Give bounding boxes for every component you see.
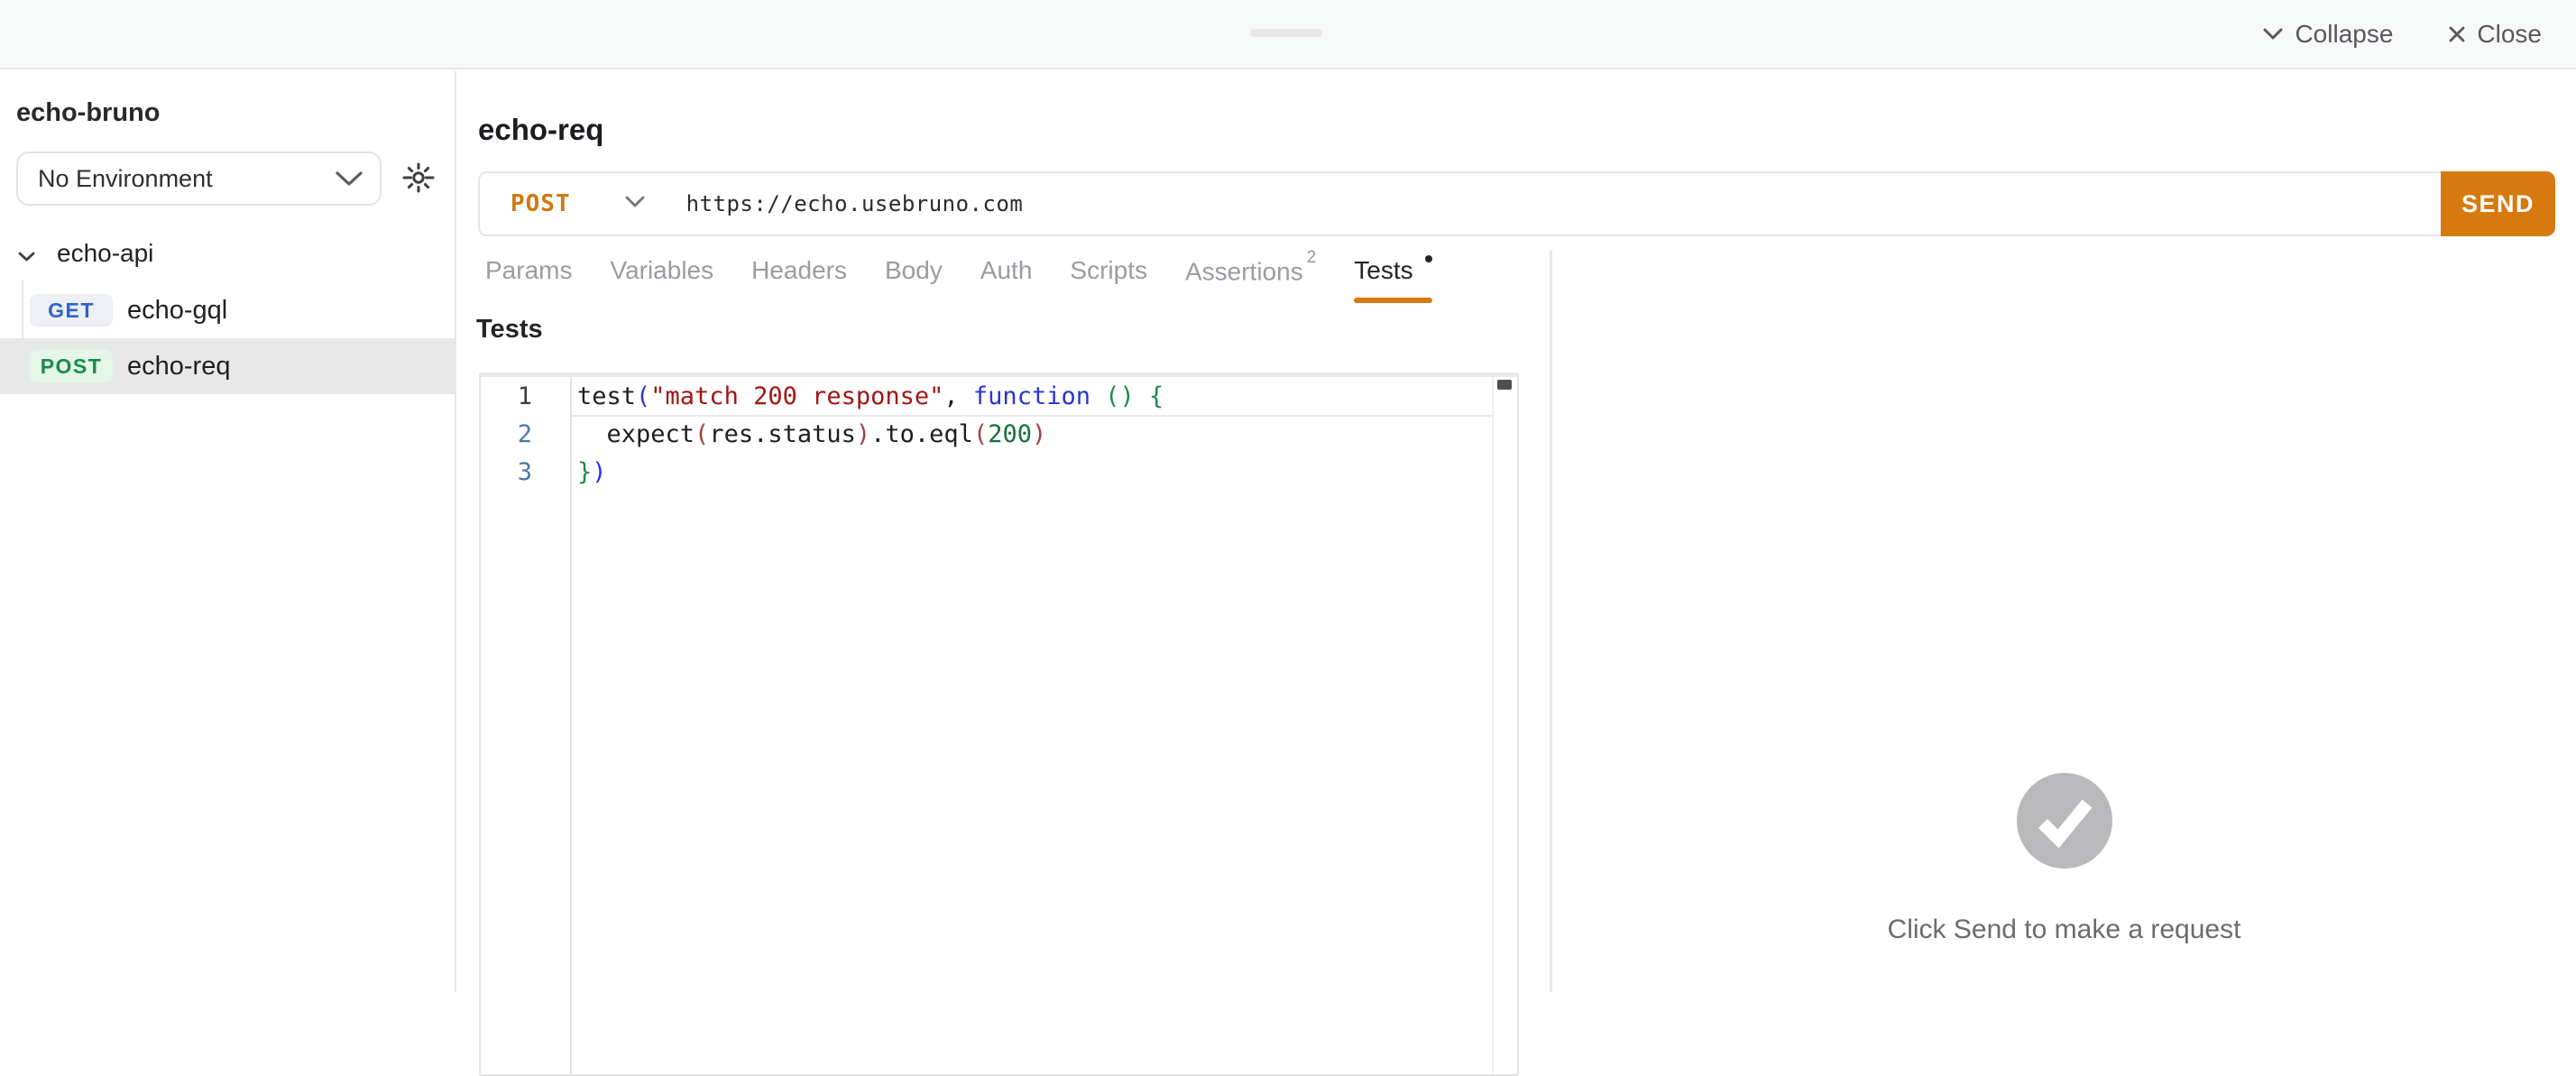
environment-value: No Environment — [38, 165, 213, 193]
request-item-echo-gql[interactable]: GET echo-gql — [0, 282, 455, 338]
request-list: GET echo-gql POST echo-req — [0, 282, 455, 394]
check-circle-icon — [2017, 773, 2112, 869]
code-line: expect(res.status).to.eql(200) — [572, 416, 1492, 454]
tab-label: Tests — [1354, 256, 1412, 284]
request-item-echo-req[interactable]: POST echo-req — [0, 338, 455, 394]
request-tabs: Params Variables Headers Body Auth Scripts Ass… — [485, 245, 1432, 303]
tab-auth[interactable]: Auth — [980, 245, 1033, 303]
tests-heading: Tests — [476, 315, 543, 345]
close-label: Close — [2477, 20, 2542, 49]
sidebar: echo-bruno No Environment echo-api GET ec… — [0, 71, 456, 992]
collection-title: echo-bruno — [16, 98, 161, 128]
response-placeholder: Click Send to make a request — [1552, 915, 2576, 945]
environment-selector[interactable]: No Environment — [16, 152, 382, 206]
main-pane: echo-req POST https://echo.usebruno.com … — [456, 71, 2576, 992]
tab-label: Headers — [751, 256, 847, 284]
tab-params[interactable]: Params — [485, 245, 572, 303]
code-line: }) — [572, 454, 1492, 492]
request-title: echo-req — [478, 113, 603, 147]
tab-label: Scripts — [1070, 256, 1147, 284]
close-icon — [2449, 26, 2465, 42]
unsaved-changes-dot — [1425, 255, 1432, 262]
sidebar-folder-echo-api[interactable]: echo-api — [0, 227, 455, 280]
editor-code: test("match 200 response", function () {… — [572, 378, 1492, 1074]
code-editor[interactable]: 123 test("match 200 response", function … — [479, 372, 1519, 1076]
tab-body[interactable]: Body — [885, 245, 943, 303]
method-badge-get: GET — [30, 294, 113, 326]
tab-scripts[interactable]: Scripts — [1070, 245, 1147, 303]
environment-settings-button[interactable] — [391, 152, 446, 206]
tab-label: Params — [485, 256, 572, 284]
window-controls: Collapse Close — [2263, 0, 2542, 68]
tab-label: Auth — [980, 256, 1033, 284]
line-number: 3 — [481, 454, 570, 492]
response-pane: Click Send to make a request — [1552, 251, 2576, 992]
folder-label: echo-api — [57, 239, 153, 268]
chevron-down-icon — [2263, 28, 2283, 40]
tab-tests[interactable]: Tests — [1354, 245, 1431, 303]
method-badge-post: POST — [30, 350, 113, 382]
line-number: 1 — [481, 378, 570, 416]
editor-scrollbar[interactable] — [1492, 377, 1517, 1074]
request-name: echo-gql — [127, 296, 227, 326]
tab-label: Variables — [610, 256, 713, 284]
tab-label: Assertions — [1185, 257, 1303, 285]
chevron-down-icon — [335, 165, 363, 193]
tab-assertions[interactable]: Assertions2 — [1185, 245, 1316, 303]
collapse-label: Collapse — [2295, 20, 2393, 49]
method-label: POST — [511, 190, 571, 217]
send-button[interactable]: SEND — [2441, 171, 2555, 236]
line-number: 2 — [481, 416, 570, 454]
scrollbar-thumb[interactable] — [1497, 380, 1512, 390]
chevron-down-icon — [625, 196, 645, 212]
request-name: echo-req — [127, 352, 230, 382]
titlebar: Collapse Close — [0, 0, 2576, 69]
request-url-bar: POST https://echo.usebruno.com SEND — [478, 171, 2555, 236]
tab-count-badge: 2 — [1307, 248, 1317, 267]
url-input[interactable]: https://echo.usebruno.com — [686, 191, 1024, 216]
method-selector[interactable]: POST — [480, 190, 645, 217]
drag-handle[interactable] — [1250, 29, 1322, 37]
close-button[interactable]: Close — [2449, 20, 2542, 49]
chevron-down-icon — [18, 239, 35, 268]
tab-variables[interactable]: Variables — [610, 245, 713, 303]
editor-gutter: 123 — [481, 377, 572, 1074]
sun-adjust-icon — [402, 161, 435, 197]
tab-label: Body — [885, 256, 943, 284]
code-line: test("match 200 response", function () { — [572, 378, 1492, 416]
tab-headers[interactable]: Headers — [751, 245, 847, 303]
collapse-button[interactable]: Collapse — [2263, 20, 2393, 49]
